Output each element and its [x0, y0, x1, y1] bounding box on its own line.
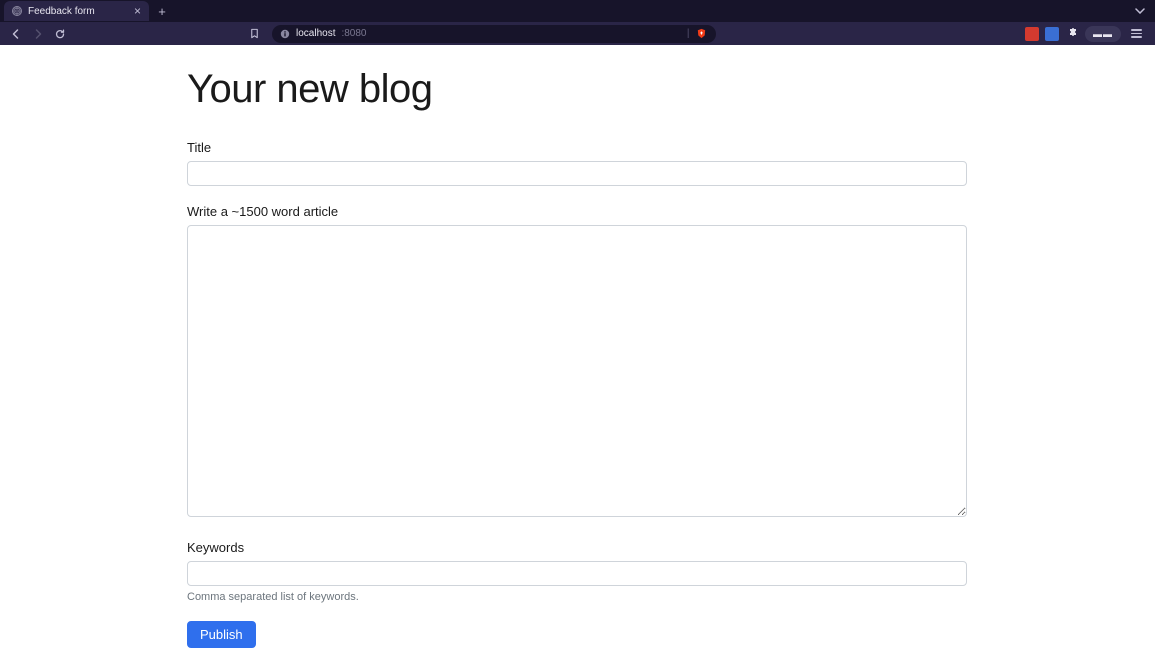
- toolbar-right: ▬▬: [718, 25, 1150, 43]
- address-bar[interactable]: localhost :8080 |: [272, 25, 716, 43]
- extension-icon[interactable]: [1045, 27, 1059, 41]
- tab-title: Feedback form: [28, 6, 128, 17]
- title-label: Title: [187, 140, 967, 155]
- back-button[interactable]: [6, 25, 26, 43]
- tab-bar: Feedback form × +: [0, 0, 1155, 22]
- extension-icon[interactable]: [1025, 27, 1039, 41]
- reload-button[interactable]: [50, 25, 70, 43]
- keywords-field-group: Keywords Comma separated list of keyword…: [187, 540, 967, 603]
- tab-close-icon[interactable]: ×: [134, 5, 141, 17]
- keywords-hint: Comma separated list of keywords.: [187, 591, 967, 603]
- new-tab-button[interactable]: +: [153, 2, 171, 20]
- url-port: :8080: [341, 28, 366, 39]
- tab-favicon-icon: [12, 6, 22, 16]
- browser-chrome: Feedback form × + localhost :8080 |: [0, 0, 1155, 45]
- profile-button[interactable]: ▬▬: [1085, 26, 1121, 42]
- tabs-dropdown-icon[interactable]: [1125, 6, 1155, 17]
- site-info-icon[interactable]: [280, 29, 290, 39]
- url-host: localhost: [296, 28, 335, 39]
- forward-button[interactable]: [28, 25, 48, 43]
- article-textarea[interactable]: [187, 225, 967, 517]
- bookmark-button[interactable]: [244, 25, 264, 43]
- title-field-group: Title: [187, 140, 967, 186]
- browser-tab[interactable]: Feedback form ×: [4, 1, 149, 21]
- title-input[interactable]: [187, 161, 967, 186]
- brave-shield-icon[interactable]: [696, 28, 708, 40]
- browser-toolbar: localhost :8080 | ▬▬: [0, 22, 1155, 45]
- article-label: Write a ~1500 word article: [187, 204, 967, 219]
- extensions-button[interactable]: [1065, 27, 1079, 41]
- menu-button[interactable]: [1127, 25, 1145, 43]
- keywords-label: Keywords: [187, 540, 967, 555]
- article-field-group: Write a ~1500 word article: [187, 204, 967, 522]
- page-heading: Your new blog: [187, 67, 967, 112]
- page-content: Your new blog Title Write a ~1500 word a…: [0, 45, 1155, 660]
- publish-button[interactable]: Publish: [187, 621, 256, 648]
- keywords-input[interactable]: [187, 561, 967, 586]
- address-divider: |: [687, 28, 690, 39]
